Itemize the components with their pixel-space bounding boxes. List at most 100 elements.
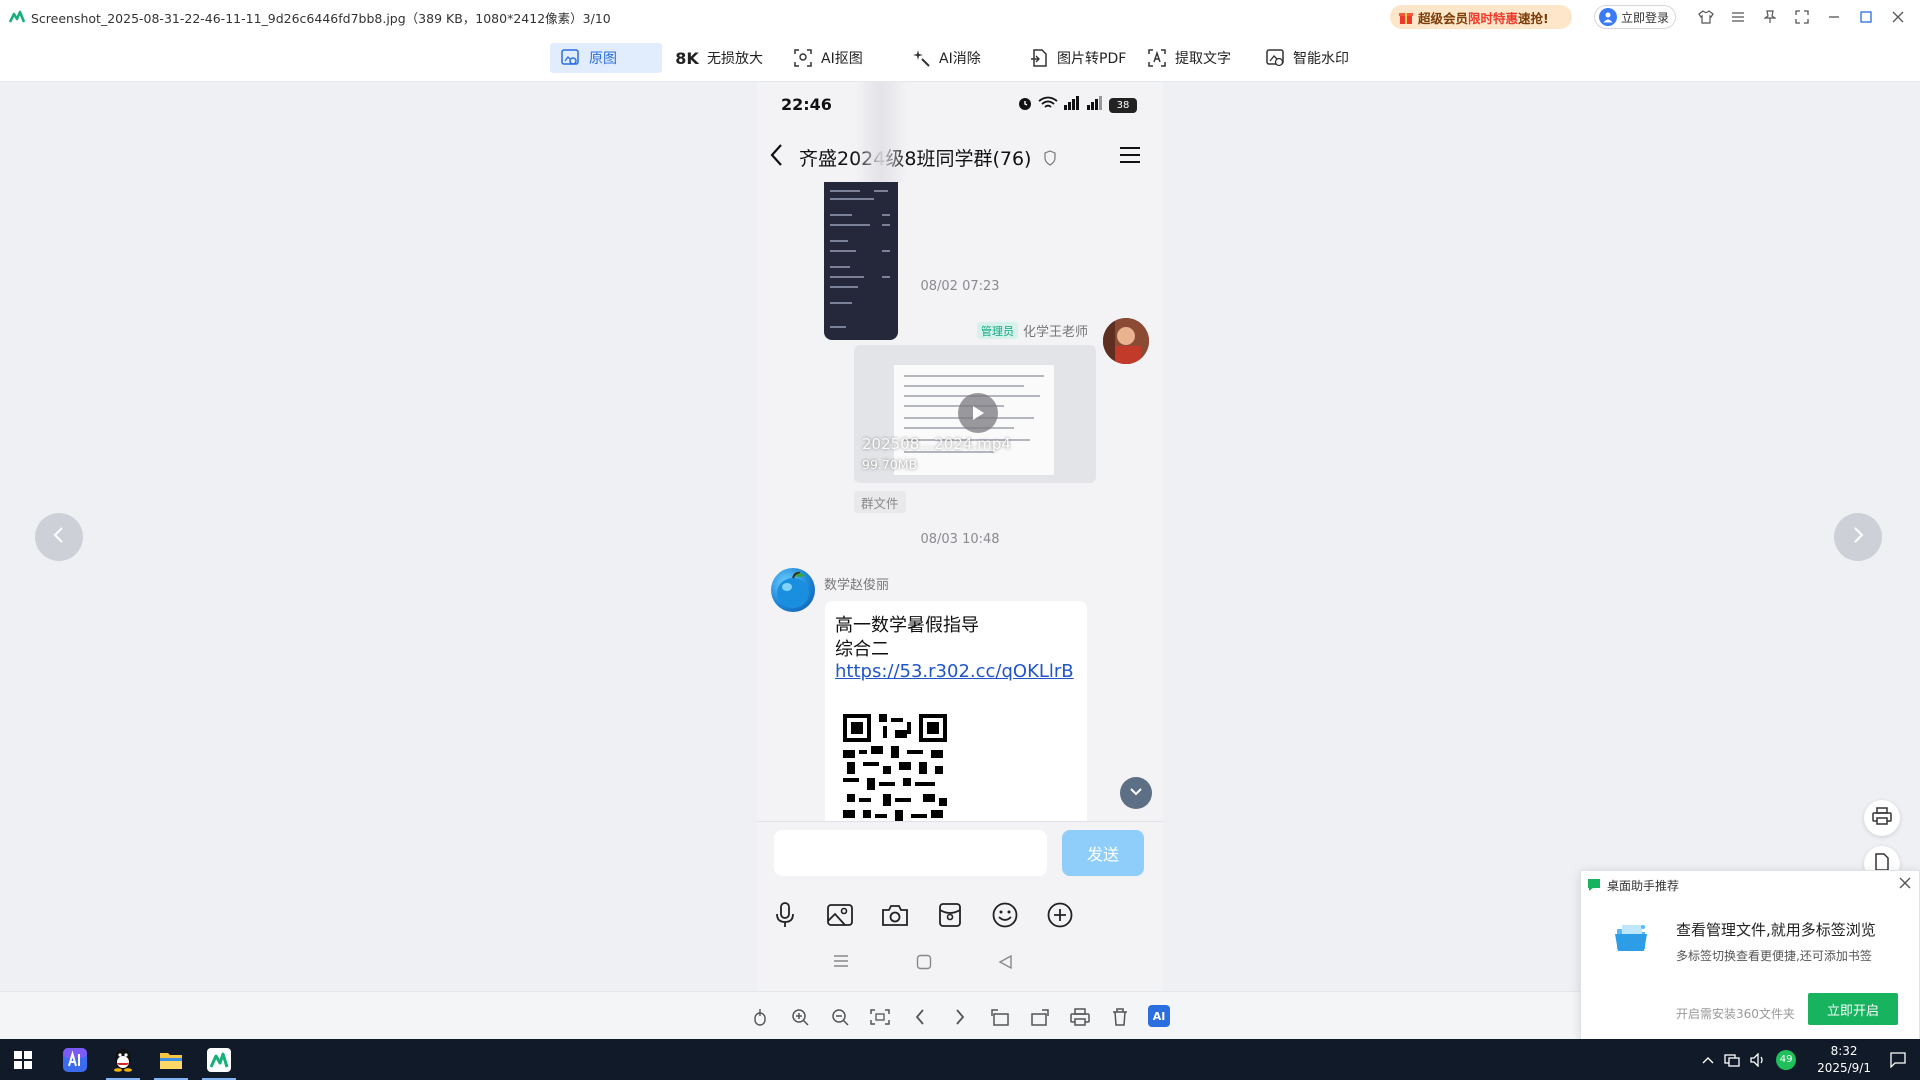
group-file-tag[interactable]: 群文件 bbox=[854, 491, 906, 513]
fit-screen-icon[interactable] bbox=[868, 1005, 892, 1029]
image-viewer-icon[interactable] bbox=[196, 1039, 242, 1080]
delete-icon[interactable] bbox=[1108, 1005, 1132, 1029]
rotate-left-icon[interactable] bbox=[988, 1005, 1012, 1029]
tray-clock[interactable]: 8:32 2025/9/1 bbox=[1817, 1043, 1871, 1077]
tool-original[interactable]: 原图 bbox=[550, 43, 662, 73]
chat-title: 齐盛2024级8班同学群(76) bbox=[799, 144, 1056, 171]
print-button[interactable] bbox=[1864, 800, 1900, 836]
login-button[interactable]: 立即登录 bbox=[1594, 5, 1676, 29]
security-badge-value: 49 bbox=[1779, 1054, 1793, 1065]
security-badge-icon[interactable]: 49 bbox=[1776, 1049, 1797, 1070]
chat-menu-icon[interactable] bbox=[1119, 146, 1141, 168]
next-image-button[interactable] bbox=[1834, 513, 1882, 561]
close-icon[interactable] bbox=[1882, 0, 1914, 34]
tray-date: 2025/9/1 bbox=[1817, 1060, 1871, 1075]
input-toolbar bbox=[757, 892, 1163, 932]
chat-input-area: 发送 bbox=[757, 821, 1163, 991]
tool-lossless-upscale[interactable]: 8K 无损放大 bbox=[674, 43, 763, 73]
rotate-right-icon[interactable] bbox=[1028, 1005, 1052, 1029]
scroll-to-bottom-button[interactable] bbox=[1120, 777, 1152, 809]
tool-label: 图片转PDF bbox=[1057, 51, 1127, 67]
redaction-blur bbox=[855, 82, 907, 182]
message-line: 高一数学暑假指导 bbox=[835, 615, 979, 636]
zoom-in-icon[interactable] bbox=[788, 1005, 812, 1029]
title-bar: Screenshot_2025-08-31-22-46-11-11_9d26c6… bbox=[0, 0, 1920, 34]
file-explorer-icon[interactable] bbox=[148, 1039, 194, 1080]
android-nav-bar bbox=[757, 944, 1163, 984]
tool-extract-text[interactable]: 提取文字 bbox=[1146, 43, 1231, 73]
promo-highlight: 限时特惠 bbox=[1468, 10, 1519, 26]
tool-image-to-pdf[interactable]: 图片转PDF bbox=[1028, 43, 1126, 73]
message-input[interactable] bbox=[774, 830, 1047, 876]
signal-1-icon bbox=[1063, 96, 1081, 114]
sparkle-eraser-icon bbox=[910, 47, 932, 69]
close-icon[interactable] bbox=[1899, 877, 1911, 893]
play-icon[interactable] bbox=[958, 393, 998, 433]
user-avatar-icon bbox=[1599, 8, 1617, 26]
hand-tool-icon[interactable] bbox=[748, 1005, 772, 1029]
enable-now-button[interactable]: 立即开启 bbox=[1808, 993, 1898, 1025]
ai-assistant-button[interactable]: AI bbox=[1148, 1005, 1170, 1027]
emoji-icon[interactable] bbox=[990, 900, 1020, 930]
status-bar: 22:46 38 bbox=[757, 82, 1163, 128]
avatar[interactable] bbox=[1103, 318, 1149, 364]
red-packet-icon[interactable] bbox=[935, 900, 965, 930]
fullscreen-icon[interactable] bbox=[1786, 0, 1818, 34]
previous-icon[interactable] bbox=[908, 1005, 932, 1029]
message-line: 综合二 bbox=[835, 639, 889, 660]
message-link[interactable]: https://53.r302.cc/qOKLlrB bbox=[835, 661, 1074, 682]
pin-icon[interactable] bbox=[1754, 0, 1786, 34]
watermark-icon bbox=[1264, 47, 1286, 69]
printer-icon[interactable] bbox=[1068, 1005, 1092, 1029]
notification-icon[interactable] bbox=[1890, 1051, 1906, 1068]
promo-suffix: 速抢! bbox=[1518, 10, 1549, 26]
popup-title: 查看管理文件,就用多标签浏览 bbox=[1676, 921, 1876, 939]
tool-ai-erase[interactable]: AI消除 bbox=[910, 43, 981, 73]
chevron-down-icon bbox=[1129, 786, 1143, 801]
ai-app-icon[interactable] bbox=[52, 1039, 98, 1080]
video-message[interactable]: 202508…2024.mp4 99.70MB bbox=[854, 345, 1096, 483]
gift-icon bbox=[1398, 9, 1414, 25]
network-icon[interactable] bbox=[1724, 1053, 1740, 1067]
window-title: Screenshot_2025-08-31-22-46-11-11_9d26c6… bbox=[31, 10, 611, 26]
back-triangle-icon[interactable] bbox=[998, 954, 1014, 974]
minimize-icon[interactable] bbox=[1818, 0, 1850, 34]
qq-icon[interactable] bbox=[100, 1039, 146, 1080]
message-timestamp: 08/02 07:23 bbox=[920, 279, 1000, 294]
maximize-icon[interactable] bbox=[1850, 0, 1882, 34]
avatar[interactable] bbox=[771, 568, 815, 612]
vip-promo-button[interactable]: 超级会员 限时特惠 速抢! bbox=[1390, 5, 1572, 29]
recents-icon[interactable] bbox=[833, 954, 849, 972]
promo-prefix: 超级会员 bbox=[1418, 10, 1469, 26]
back-arrow-icon[interactable] bbox=[769, 142, 785, 172]
tool-smart-watermark[interactable]: 智能水印 bbox=[1264, 43, 1349, 73]
document-thumbnail[interactable] bbox=[824, 182, 898, 340]
zoom-out-icon[interactable] bbox=[828, 1005, 852, 1029]
volume-icon[interactable] bbox=[1750, 1052, 1766, 1067]
next-icon[interactable] bbox=[948, 1005, 972, 1029]
window-controls bbox=[1690, 0, 1914, 34]
tool-bar: 原图 8K 无损放大 AI抠图 AI消除 图片转PDF 提取文字 智能水印 bbox=[0, 34, 1920, 82]
login-label: 立即登录 bbox=[1621, 10, 1670, 25]
previous-image-button[interactable] bbox=[35, 513, 83, 561]
home-icon[interactable] bbox=[916, 954, 932, 974]
image-icon[interactable] bbox=[825, 900, 855, 930]
video-filesize: 99.70MB bbox=[862, 457, 918, 472]
text-message-bubble[interactable]: 高一数学暑假指导 综合二 https://53.r302.cc/qOKLlrB bbox=[825, 601, 1087, 831]
qr-code bbox=[843, 714, 947, 830]
send-button[interactable]: 发送 bbox=[1062, 830, 1144, 876]
phone-screenshot: 22:46 38 齐盛2024级8班同学群(76) 08/02 07:23 管理… bbox=[757, 82, 1163, 991]
windows-start-icon[interactable] bbox=[0, 1039, 46, 1080]
microphone-icon[interactable] bbox=[770, 900, 800, 930]
cutout-icon bbox=[792, 47, 814, 69]
pdf-convert-icon bbox=[1028, 47, 1050, 69]
folder-tabs-icon bbox=[1613, 919, 1649, 955]
skin-icon[interactable] bbox=[1690, 0, 1722, 34]
menu-icon[interactable] bbox=[1722, 0, 1754, 34]
tool-ai-cutout[interactable]: AI抠图 bbox=[792, 43, 863, 73]
tray-time: 8:32 bbox=[1830, 1043, 1858, 1058]
add-more-icon[interactable] bbox=[1045, 900, 1075, 930]
camera-icon[interactable] bbox=[880, 900, 910, 930]
popup-header-text: 桌面助手推荐 bbox=[1607, 878, 1680, 893]
chevron-up-icon[interactable] bbox=[1702, 1056, 1714, 1064]
